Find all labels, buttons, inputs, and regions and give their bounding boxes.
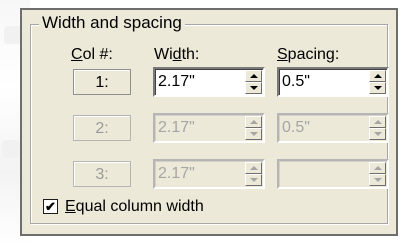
column-1-spacing-decrease-button[interactable] [369, 82, 386, 94]
equal-label-mnemonic: E [65, 198, 76, 215]
column-3-spacing-spinner [277, 159, 389, 189]
col-header-rest: ol #: [82, 46, 113, 63]
down-arrow-icon [250, 132, 258, 136]
up-arrow-icon [250, 120, 258, 124]
column-2-spacing-increase-button [369, 116, 386, 128]
column-3-width-decrease-button [245, 174, 262, 186]
column-1-number: 1: [73, 69, 131, 95]
column-2-width-increase-button [245, 116, 262, 128]
equal-column-width-label[interactable]: Equal column width [65, 197, 204, 217]
equal-column-width-checkbox[interactable]: ✔ [43, 199, 58, 214]
down-arrow-icon [374, 132, 382, 136]
column-3-number: 3: [73, 161, 131, 187]
down-arrow-icon [250, 178, 258, 182]
column-3-spacing-decrease-button [369, 174, 386, 186]
width-and-spacing-group: Width and spacing Col #: Width: Spacing:… [30, 13, 389, 224]
spacing-header: Spacing: [277, 45, 339, 65]
up-arrow-icon [250, 74, 258, 78]
down-arrow-icon [374, 86, 382, 90]
column-2-width-decrease-button [245, 128, 262, 140]
column-2-spacing-value: 0.5" [282, 119, 310, 136]
spacing-header-rest: pacing: [287, 46, 340, 63]
col-header-mnemonic: C [71, 46, 83, 63]
column-3-width-spin-buttons [245, 162, 262, 186]
width-header: Width: [154, 45, 199, 65]
equal-label-rest: qual column width [75, 198, 204, 215]
column-2-width-value: 2.17" [158, 119, 195, 136]
column-1-width-spinner[interactable]: 2.17" [153, 67, 265, 97]
column-3-width-value: 2.17" [158, 165, 195, 182]
column-3-width-increase-button [245, 162, 262, 174]
down-arrow-icon [250, 86, 258, 90]
column-2-width-spin-buttons [245, 116, 262, 140]
column-1-spacing-spinner[interactable]: 0.5" [277, 67, 389, 97]
column-1-spacing-value[interactable]: 0.5" [282, 69, 310, 95]
width-header-mnemonic: d [172, 46, 182, 63]
up-arrow-icon [374, 120, 382, 124]
column-2-spacing-decrease-button [369, 128, 386, 140]
column-1-width-increase-button[interactable] [245, 70, 262, 82]
column-1-spacing-increase-button[interactable] [369, 70, 386, 82]
down-arrow-icon [374, 178, 382, 182]
column-1-width-decrease-button[interactable] [245, 82, 262, 94]
column-3-width-spinner: 2.17" [153, 159, 265, 189]
column-1-spacing-spin-buttons [369, 70, 386, 94]
col-number-header: Col #: [71, 45, 113, 65]
group-title: Width and spacing [39, 13, 185, 33]
watermark-shape [2, 140, 20, 158]
checkmark-icon: ✔ [45, 199, 56, 214]
column-2-number: 2: [73, 115, 131, 141]
column-2-width-spinner: 2.17" [153, 113, 265, 143]
up-arrow-icon [374, 74, 382, 78]
columns-dialog-panel: Width and spacing Col #: Width: Spacing:… [20, 8, 398, 236]
up-arrow-icon [374, 166, 382, 170]
column-2-spacing-spin-buttons [369, 116, 386, 140]
column-3-spacing-increase-button [369, 162, 386, 174]
up-arrow-icon [250, 166, 258, 170]
column-1-width-value[interactable]: 2.17" [158, 69, 195, 95]
column-1-width-spin-buttons [245, 70, 262, 94]
column-3-spacing-spin-buttons [369, 162, 386, 186]
column-2-spacing-spinner: 0.5" [277, 113, 389, 143]
width-header-rest: th: [181, 46, 200, 63]
spacing-header-mnemonic: S [277, 46, 288, 63]
width-header-start: Wi [154, 46, 173, 63]
